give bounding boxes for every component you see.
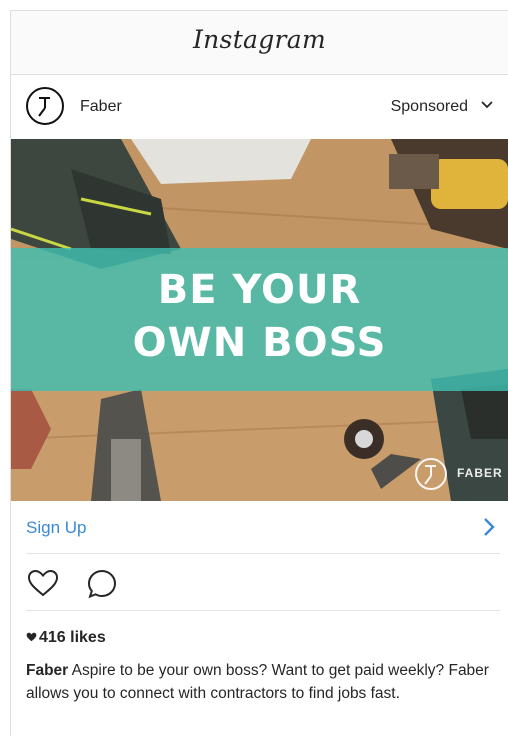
sign-up-cta[interactable]: Sign Up: [11, 501, 508, 553]
ad-image[interactable]: BE YOUR OWN BOSS FABER: [11, 139, 508, 501]
sponsored-label[interactable]: Sponsored: [391, 98, 468, 116]
headline-line-2: OWN BOSS: [132, 320, 387, 366]
instagram-wordmark[interactable]: Instagram: [11, 25, 508, 54]
faber-watermark-icon: [415, 458, 447, 490]
heart-icon: [26, 632, 37, 642]
post-actions: [11, 555, 508, 609]
likes-count[interactable]: 416 likes: [26, 629, 106, 647]
divider: [26, 553, 500, 554]
account-name[interactable]: Faber: [80, 98, 122, 116]
chevron-down-icon[interactable]: [480, 98, 494, 112]
instagram-frame: Instagram Faber Sponsored BE YOUR OWN BO…: [10, 10, 508, 736]
sign-up-link[interactable]: Sign Up: [26, 518, 86, 538]
chevron-right-icon[interactable]: [482, 517, 496, 537]
image-brand-text: FABER: [457, 466, 503, 480]
caption-text: Aspire to be your own boss? Want to get …: [26, 662, 489, 702]
post-header: Faber Sponsored: [11, 75, 508, 139]
caption: Faber Aspire to be your own boss? Want t…: [26, 659, 498, 705]
headline-line-1: BE YOUR: [157, 267, 362, 313]
divider: [26, 610, 500, 611]
heart-icon[interactable]: [26, 568, 60, 598]
faber-logo-icon: [38, 97, 50, 117]
likes-text: 416 likes: [39, 629, 106, 646]
headline-banner: BE YOUR OWN BOSS: [11, 248, 508, 391]
headline: BE YOUR OWN BOSS: [11, 264, 508, 370]
caption-author[interactable]: Faber: [26, 662, 68, 679]
avatar[interactable]: [26, 87, 64, 125]
comment-icon[interactable]: [86, 568, 118, 600]
top-bar: Instagram: [11, 11, 508, 75]
